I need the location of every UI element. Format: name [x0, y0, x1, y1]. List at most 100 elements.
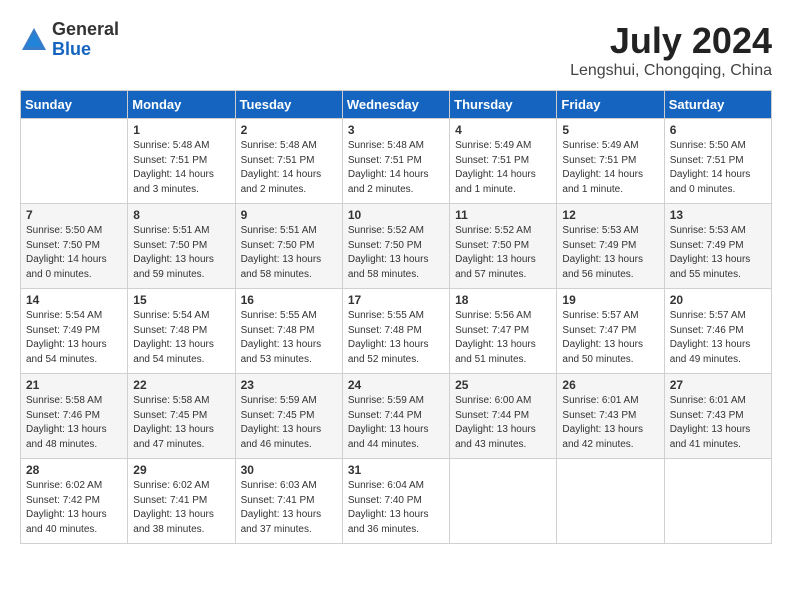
day-info: Sunrise: 5:58 AM Sunset: 7:46 PM Dayligh…	[26, 394, 122, 452]
day-number: 24	[348, 378, 444, 392]
day-number: 11	[455, 208, 551, 222]
day-info: Sunrise: 6:02 AM Sunset: 7:41 PM Dayligh…	[133, 479, 229, 537]
day-cell: 25 Sunrise: 6:00 AM Sunset: 7:44 PM Dayli…	[450, 374, 557, 459]
day-cell: 2 Sunrise: 5:48 AM Sunset: 7:51 PM Daylig…	[235, 119, 342, 204]
day-cell: 18 Sunrise: 5:56 AM Sunset: 7:47 PM Dayli…	[450, 289, 557, 374]
day-cell	[450, 459, 557, 544]
day-number: 26	[562, 378, 658, 392]
day-info: Sunrise: 5:54 AM Sunset: 7:48 PM Dayligh…	[133, 309, 229, 367]
header-friday: Friday	[557, 91, 664, 119]
day-info: Sunrise: 5:53 AM Sunset: 7:49 PM Dayligh…	[670, 224, 766, 282]
day-cell: 11 Sunrise: 5:52 AM Sunset: 7:50 PM Dayli…	[450, 204, 557, 289]
page-header: General Blue July 2024 Lengshui, Chongqi…	[20, 20, 772, 80]
day-cell: 19Sunrise: 5:57 AM Sunset: 7:47 PM Dayli…	[557, 289, 664, 374]
day-number: 7	[26, 208, 122, 222]
day-cell: 8Sunrise: 5:51 AM Sunset: 7:50 PM Daylig…	[128, 204, 235, 289]
day-cell: 15 Sunrise: 5:54 AM Sunset: 7:48 PM Dayli…	[128, 289, 235, 374]
week-row-4: 21Sunrise: 5:58 AM Sunset: 7:46 PM Dayli…	[21, 374, 772, 459]
day-number: 9	[241, 208, 337, 222]
day-cell: 1 Sunrise: 5:48 AM Sunset: 7:51 PM Daylig…	[128, 119, 235, 204]
day-info: Sunrise: 6:00 AM Sunset: 7:44 PM Dayligh…	[455, 394, 551, 452]
day-cell: 27 Sunrise: 6:01 AM Sunset: 7:43 PM Dayli…	[664, 374, 771, 459]
day-number: 13	[670, 208, 766, 222]
day-cell: 23 Sunrise: 5:59 AM Sunset: 7:45 PM Dayli…	[235, 374, 342, 459]
day-number: 6	[670, 123, 766, 137]
header-tuesday: Tuesday	[235, 91, 342, 119]
logo-blue: Blue	[52, 39, 91, 59]
week-row-5: 28 Sunrise: 6:02 AM Sunset: 7:42 PM Dayli…	[21, 459, 772, 544]
logo-icon	[20, 26, 48, 54]
day-number: 25	[455, 378, 551, 392]
day-cell: 12Sunrise: 5:53 AM Sunset: 7:49 PM Dayli…	[557, 204, 664, 289]
header-sunday: Sunday	[21, 91, 128, 119]
day-cell: 10Sunrise: 5:52 AM Sunset: 7:50 PM Dayli…	[342, 204, 449, 289]
day-cell: 7 Sunrise: 5:50 AM Sunset: 7:50 PM Daylig…	[21, 204, 128, 289]
day-info: Sunrise: 5:53 AM Sunset: 7:49 PM Dayligh…	[562, 224, 658, 282]
logo-general: General	[52, 19, 119, 39]
day-cell: 14 Sunrise: 5:54 AM Sunset: 7:49 PM Dayli…	[21, 289, 128, 374]
day-cell: 17Sunrise: 5:55 AM Sunset: 7:48 PM Dayli…	[342, 289, 449, 374]
day-info: Sunrise: 6:04 AM Sunset: 7:40 PM Dayligh…	[348, 479, 444, 537]
day-number: 14	[26, 293, 122, 307]
day-info: Sunrise: 5:50 AM Sunset: 7:51 PM Dayligh…	[670, 139, 766, 197]
calendar-body: 1 Sunrise: 5:48 AM Sunset: 7:51 PM Daylig…	[21, 119, 772, 544]
day-info: Sunrise: 5:52 AM Sunset: 7:50 PM Dayligh…	[348, 224, 444, 282]
day-info: Sunrise: 5:49 AM Sunset: 7:51 PM Dayligh…	[562, 139, 658, 197]
day-number: 16	[241, 293, 337, 307]
day-cell: 26 Sunrise: 6:01 AM Sunset: 7:43 PM Dayli…	[557, 374, 664, 459]
day-cell	[557, 459, 664, 544]
day-number: 29	[133, 463, 229, 477]
day-number: 22	[133, 378, 229, 392]
day-number: 1	[133, 123, 229, 137]
day-info: Sunrise: 5:57 AM Sunset: 7:46 PM Dayligh…	[670, 309, 766, 367]
day-info: Sunrise: 6:02 AM Sunset: 7:42 PM Dayligh…	[26, 479, 122, 537]
week-row-2: 7 Sunrise: 5:50 AM Sunset: 7:50 PM Daylig…	[21, 204, 772, 289]
day-info: Sunrise: 5:51 AM Sunset: 7:50 PM Dayligh…	[241, 224, 337, 282]
calendar-table: SundayMondayTuesdayWednesdayThursdayFrid…	[20, 90, 772, 544]
title-block: July 2024 Lengshui, Chongqing, China	[570, 20, 772, 80]
day-number: 2	[241, 123, 337, 137]
day-number: 23	[241, 378, 337, 392]
day-number: 17	[348, 293, 444, 307]
day-number: 27	[670, 378, 766, 392]
week-row-3: 14 Sunrise: 5:54 AM Sunset: 7:49 PM Dayli…	[21, 289, 772, 374]
location-title: Lengshui, Chongqing, China	[570, 62, 772, 80]
day-info: Sunrise: 5:58 AM Sunset: 7:45 PM Dayligh…	[133, 394, 229, 452]
day-cell	[21, 119, 128, 204]
day-info: Sunrise: 5:56 AM Sunset: 7:47 PM Dayligh…	[455, 309, 551, 367]
day-cell	[664, 459, 771, 544]
day-cell: 13 Sunrise: 5:53 AM Sunset: 7:49 PM Dayli…	[664, 204, 771, 289]
day-info: Sunrise: 6:01 AM Sunset: 7:43 PM Dayligh…	[562, 394, 658, 452]
day-info: Sunrise: 5:50 AM Sunset: 7:50 PM Dayligh…	[26, 224, 122, 282]
day-info: Sunrise: 5:59 AM Sunset: 7:45 PM Dayligh…	[241, 394, 337, 452]
header-saturday: Saturday	[664, 91, 771, 119]
logo-text: General Blue	[52, 20, 119, 60]
header-wednesday: Wednesday	[342, 91, 449, 119]
month-title: July 2024	[570, 20, 772, 62]
day-cell: 16Sunrise: 5:55 AM Sunset: 7:48 PM Dayli…	[235, 289, 342, 374]
day-number: 15	[133, 293, 229, 307]
day-info: Sunrise: 5:48 AM Sunset: 7:51 PM Dayligh…	[133, 139, 229, 197]
logo: General Blue	[20, 20, 119, 60]
day-info: Sunrise: 5:48 AM Sunset: 7:51 PM Dayligh…	[241, 139, 337, 197]
week-row-1: 1 Sunrise: 5:48 AM Sunset: 7:51 PM Daylig…	[21, 119, 772, 204]
day-info: Sunrise: 6:01 AM Sunset: 7:43 PM Dayligh…	[670, 394, 766, 452]
day-number: 18	[455, 293, 551, 307]
calendar-header-row: SundayMondayTuesdayWednesdayThursdayFrid…	[21, 91, 772, 119]
day-cell: 20 Sunrise: 5:57 AM Sunset: 7:46 PM Dayli…	[664, 289, 771, 374]
day-cell: 4Sunrise: 5:49 AM Sunset: 7:51 PM Daylig…	[450, 119, 557, 204]
day-info: Sunrise: 5:52 AM Sunset: 7:50 PM Dayligh…	[455, 224, 551, 282]
day-number: 5	[562, 123, 658, 137]
day-info: Sunrise: 5:48 AM Sunset: 7:51 PM Dayligh…	[348, 139, 444, 197]
day-cell: 22 Sunrise: 5:58 AM Sunset: 7:45 PM Dayli…	[128, 374, 235, 459]
day-number: 28	[26, 463, 122, 477]
day-number: 19	[562, 293, 658, 307]
day-info: Sunrise: 5:49 AM Sunset: 7:51 PM Dayligh…	[455, 139, 551, 197]
day-info: Sunrise: 5:59 AM Sunset: 7:44 PM Dayligh…	[348, 394, 444, 452]
day-info: Sunrise: 5:54 AM Sunset: 7:49 PM Dayligh…	[26, 309, 122, 367]
day-cell: 3Sunrise: 5:48 AM Sunset: 7:51 PM Daylig…	[342, 119, 449, 204]
day-number: 30	[241, 463, 337, 477]
day-cell: 31Sunrise: 6:04 AM Sunset: 7:40 PM Dayli…	[342, 459, 449, 544]
day-number: 20	[670, 293, 766, 307]
day-cell: 24 Sunrise: 5:59 AM Sunset: 7:44 PM Dayli…	[342, 374, 449, 459]
